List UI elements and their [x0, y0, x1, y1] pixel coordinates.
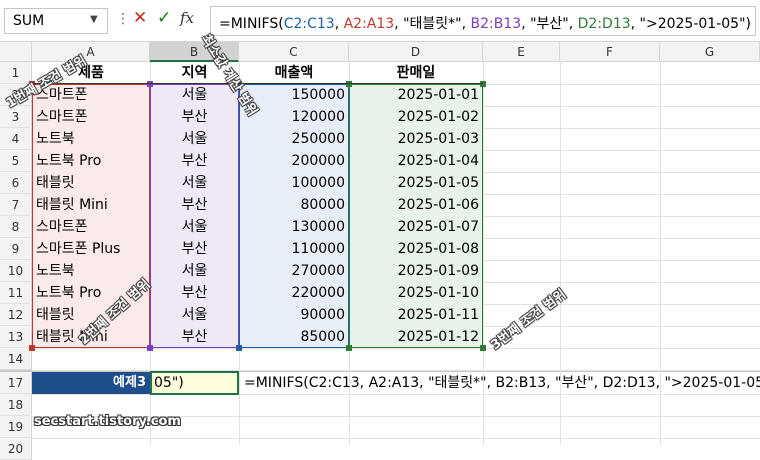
chevron-down-icon[interactable]: ▼ [90, 14, 98, 25]
gridline [32, 348, 760, 349]
row-header-3[interactable]: 3 [0, 106, 32, 128]
formula-input[interactable]: =MINIFS(C2:C13, A2:A13, "태블릿*", B2:B13, … [210, 6, 756, 36]
table-cell[interactable]: 2025-01-08 [349, 238, 483, 260]
watermark: secstart.tistory.com [34, 414, 181, 429]
table-cell[interactable]: 85000 [239, 326, 349, 348]
table-cell[interactable]: 2025-01-12 [349, 326, 483, 348]
table-cell[interactable]: 태블릿 Mini [32, 194, 150, 216]
formula-token: =MINIFS( [219, 16, 284, 32]
header-cell[interactable]: 매출액 [239, 62, 349, 84]
table-cell[interactable]: 부산 [150, 150, 239, 172]
active-cell-editing[interactable]: 05") [150, 371, 239, 395]
row-header-9[interactable]: 9 [0, 238, 32, 260]
formula-token: , "태블릿*", [394, 16, 471, 32]
table-cell[interactable]: 80000 [239, 194, 349, 216]
table-cell[interactable]: 스마트폰 Plus [32, 238, 150, 260]
formula-token: C2:C13 [283, 16, 335, 32]
row-header-4[interactable]: 4 [0, 128, 32, 150]
table-cell[interactable]: 서울 [150, 172, 239, 194]
table-cell[interactable]: 220000 [239, 282, 349, 304]
table-cell[interactable]: 2025-01-04 [349, 150, 483, 172]
cancel-icon[interactable]: ✕ [133, 8, 147, 28]
row-header-5[interactable]: 5 [0, 150, 32, 172]
table-cell[interactable]: 130000 [239, 216, 349, 238]
gridline [32, 370, 760, 371]
example-label: 예제3 [32, 372, 150, 394]
formula-token: , "부산", [521, 16, 578, 32]
table-cell[interactable]: 노트북 [32, 260, 150, 282]
formula-token: , [334, 16, 344, 32]
table-cell[interactable]: 2025-01-02 [349, 106, 483, 128]
formula-token: , ">2025-01-05") [630, 16, 751, 32]
table-cell[interactable]: 90000 [239, 304, 349, 326]
row-header-11[interactable]: 11 [0, 282, 32, 304]
table-cell[interactable]: 스마트폰 [32, 106, 150, 128]
row-header-8[interactable]: 8 [0, 216, 32, 238]
formula-token: B2:B13 [470, 16, 522, 32]
formula-token: D2:D13 [577, 16, 631, 32]
name-box-value: SUM [13, 13, 45, 29]
table-cell[interactable]: 270000 [239, 260, 349, 282]
row-header-19[interactable]: 19 [0, 416, 32, 438]
table-cell[interactable]: 태블릿 [32, 172, 150, 194]
gridline [32, 394, 760, 395]
column-header-a[interactable]: A [32, 42, 150, 62]
row-header-7[interactable]: 7 [0, 194, 32, 216]
table-cell[interactable]: 서울 [150, 128, 239, 150]
row-header-6[interactable]: 6 [0, 172, 32, 194]
column-header-f[interactable]: F [560, 42, 660, 62]
table-cell[interactable]: 2025-01-01 [349, 84, 483, 106]
table-cell[interactable]: 부산 [150, 326, 239, 348]
table-cell[interactable]: 부산 [150, 106, 239, 128]
table-cell[interactable]: 2025-01-05 [349, 172, 483, 194]
table-cell[interactable]: 2025-01-03 [349, 128, 483, 150]
table-cell[interactable]: 스마트폰 [32, 216, 150, 238]
row-header-14[interactable]: 14 [0, 348, 32, 370]
table-cell[interactable]: 2025-01-10 [349, 282, 483, 304]
enter-check-icon[interactable]: ✓ [157, 8, 171, 28]
table-cell[interactable]: 110000 [239, 238, 349, 260]
table-cell[interactable]: 서울 [150, 84, 239, 106]
formula-token: A2:A13 [343, 16, 395, 32]
row-header-20[interactable]: 20 [0, 438, 32, 460]
table-cell[interactable]: 100000 [239, 172, 349, 194]
row-header-12[interactable]: 12 [0, 304, 32, 326]
table-cell[interactable]: 부산 [150, 194, 239, 216]
column-header-d[interactable]: D [349, 42, 483, 62]
row-header-17[interactable]: 17 [0, 372, 32, 394]
column-header-c[interactable]: C [239, 42, 349, 62]
select-all-corner[interactable] [0, 42, 32, 62]
table-cell[interactable]: 200000 [239, 150, 349, 172]
table-cell[interactable]: 250000 [239, 128, 349, 150]
table-cell[interactable]: 서울 [150, 216, 239, 238]
row-header-10[interactable]: 10 [0, 260, 32, 282]
row-header-18[interactable]: 18 [0, 394, 32, 416]
gridline [32, 438, 760, 439]
column-header-g[interactable]: G [660, 42, 760, 62]
table-cell[interactable]: 2025-01-07 [349, 216, 483, 238]
column-header-e[interactable]: E [483, 42, 560, 62]
table-cell[interactable]: 2025-01-06 [349, 194, 483, 216]
table-cell[interactable]: 2025-01-09 [349, 260, 483, 282]
annotation-range-3: 3번째 조건 범위 [488, 287, 570, 354]
insert-function-icon[interactable]: fx [180, 9, 194, 27]
table-cell[interactable]: 부산 [150, 282, 239, 304]
example-formula-text: =MINIFS(C2:C13, A2:A13, "태블릿*", B2:B13, … [244, 375, 760, 391]
table-cell[interactable]: 노트북 Pro [32, 150, 150, 172]
more-options-icon[interactable]: ⋮ [116, 11, 130, 27]
table-cell[interactable]: 2025-01-11 [349, 304, 483, 326]
row-header-13[interactable]: 13 [0, 326, 32, 348]
table-cell[interactable]: 서울 [150, 304, 239, 326]
table-cell[interactable]: 노트북 [32, 128, 150, 150]
table-cell[interactable]: 서울 [150, 260, 239, 282]
table-cell[interactable]: 부산 [150, 238, 239, 260]
header-cell[interactable]: 판매일 [349, 62, 483, 84]
